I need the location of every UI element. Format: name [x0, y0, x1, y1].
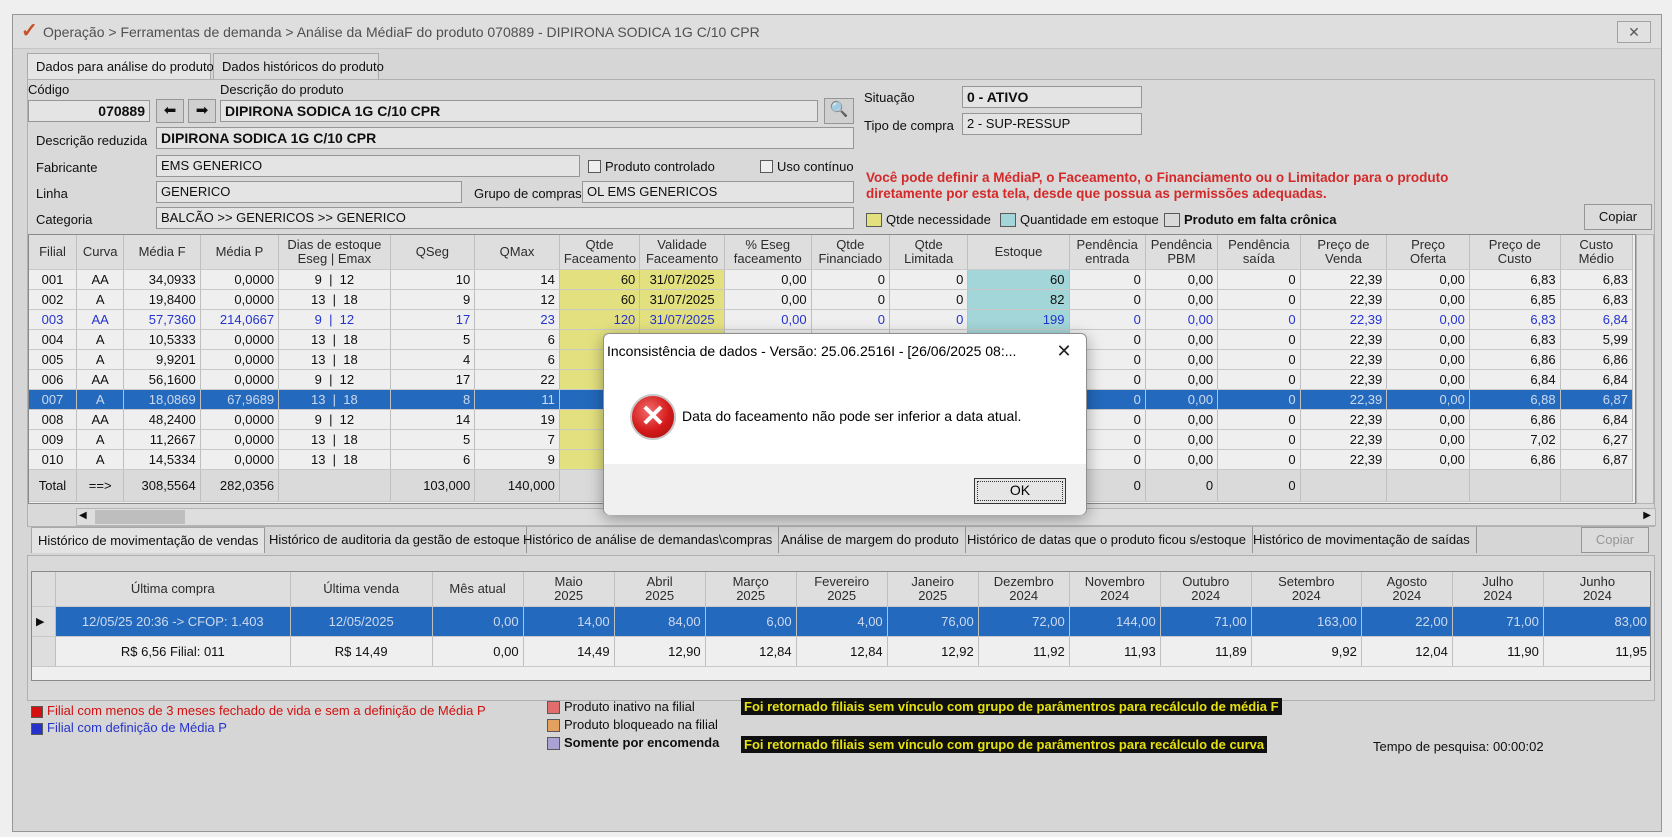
dialog-message: Data do faceamento não pode ser inferior…: [682, 408, 1022, 424]
error-dialog: Inconsistência de dados - Versão: 25.06.…: [603, 333, 1087, 515]
ok-button[interactable]: OK: [974, 478, 1066, 504]
dialog-close-button[interactable]: ✕: [1054, 341, 1074, 361]
error-icon: ✕: [630, 394, 676, 440]
dialog-body: ✕ Data do faceamento não pode ser inferi…: [604, 368, 1086, 464]
dialog-title: Inconsistência de dados - Versão: 25.06.…: [607, 343, 1017, 359]
